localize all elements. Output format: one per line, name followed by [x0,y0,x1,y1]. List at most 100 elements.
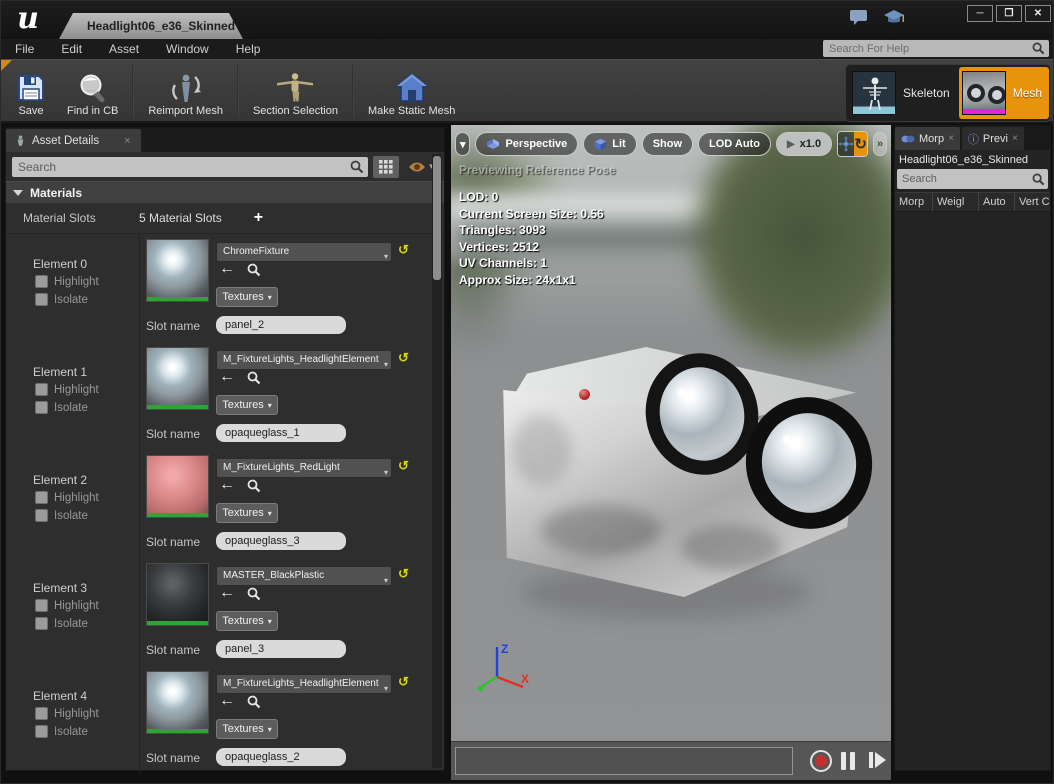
asset-details-tab-close-icon[interactable]: × [124,135,130,147]
use-selected-asset-icon[interactable]: ← [219,476,235,494]
textures-dropdown-button[interactable]: Textures ▾ [216,395,278,415]
materials-section-header[interactable]: Materials [6,181,444,203]
material-thumbnail[interactable] [146,563,209,626]
menu-file[interactable]: File [15,42,34,56]
scrollbar-thumb[interactable] [433,156,441,280]
tab-morph-target-previewer[interactable]: Morp × [895,127,960,150]
perspective-button[interactable]: Perspective [475,132,578,156]
viewport-options-button[interactable]: ▾ [455,132,470,156]
column-weight[interactable]: Weigl [933,193,979,211]
highlight-checkbox[interactable] [35,383,48,396]
isolate-checkbox[interactable] [35,293,48,306]
isolate-checkbox[interactable] [35,617,48,630]
column-vert-count[interactable]: Vert C [1015,193,1050,211]
camera-follow-button[interactable] [838,132,854,156]
reset-to-default-icon[interactable]: ↺ [398,458,409,474]
material-select-dropdown[interactable]: MASTER_BlackPlastic ▾ [216,566,392,586]
material-select-dropdown[interactable]: M_FixtureLights_HeadlightElement ▾ [216,350,392,370]
highlight-checkbox[interactable] [35,707,48,720]
material-thumbnail[interactable] [146,455,209,518]
chevron-down-icon: ▾ [384,464,388,478]
highlight-checkbox[interactable] [35,275,48,288]
asset-search-input[interactable] [12,160,350,174]
material-thumbnail[interactable] [146,671,209,734]
menu-asset[interactable]: Asset [109,42,139,56]
slot-name-input[interactable] [216,316,346,334]
menu-edit[interactable]: Edit [61,42,82,56]
lod-auto-button[interactable]: LOD Auto [698,132,771,156]
step-forward-button[interactable] [869,752,886,768]
browse-to-asset-icon[interactable] [247,587,261,601]
material-select-dropdown[interactable]: M_FixtureLights_RedLight ▾ [216,458,392,478]
display-filter-button[interactable] [373,156,399,178]
document-tab-close-icon[interactable]: × [243,19,250,33]
browse-to-asset-icon[interactable] [247,479,261,493]
use-selected-asset-icon[interactable]: ← [219,692,235,710]
slot-name-input[interactable] [216,424,346,442]
column-auto[interactable]: Auto [979,193,1015,211]
tutorial-cap-icon[interactable] [883,7,905,27]
menu-window[interactable]: Window [166,42,209,56]
column-morph-name[interactable]: Morp [895,193,933,211]
highlight-checkbox[interactable] [35,491,48,504]
morph-search-input[interactable] [897,173,1032,185]
show-menu-button[interactable]: Show [642,132,693,156]
close-button[interactable]: ✕ [1025,5,1051,22]
material-select-dropdown[interactable]: M_FixtureLights_HeadlightElement ▾ [216,674,392,694]
menu-help[interactable]: Help [236,42,261,56]
toolbar-expand-button[interactable]: » [873,132,887,156]
record-button[interactable] [810,750,832,772]
morph-tab-close-icon[interactable]: × [948,133,954,144]
textures-dropdown-button[interactable]: Textures ▾ [216,503,278,523]
browse-to-asset-icon[interactable] [247,695,261,709]
textures-dropdown-button[interactable]: Textures ▾ [216,719,278,739]
highlight-checkbox[interactable] [35,599,48,612]
slot-name-input[interactable] [216,640,346,658]
textures-dropdown-button[interactable]: Textures ▾ [216,611,278,631]
maximize-button[interactable]: ❐ [996,5,1022,22]
minimize-button[interactable]: ─ [967,5,993,22]
slot-name-input[interactable] [216,748,346,766]
title-bar: u Headlight06_e36_Skinned × ─ ❐ ✕ [1,1,1054,39]
reset-to-default-icon[interactable]: ↺ [398,566,409,582]
asset-details-tab[interactable]: Asset Details × [6,129,141,152]
lit-mode-button[interactable]: Lit [583,132,636,156]
browse-to-asset-icon[interactable] [247,371,261,385]
skeleton-mode-button[interactable]: Skeleton [849,67,957,119]
isolate-checkbox[interactable] [35,725,48,738]
tab-preview-scene-settings[interactable]: ⓘ Previ × [962,127,1024,150]
reset-to-default-icon[interactable]: ↺ [398,350,409,366]
preview-viewport[interactable]: ▾ Perspective Lit Show LOD Auto ▶ x1.0 ↻ [451,125,891,741]
make-static-mesh-button[interactable]: Make Static Mesh [358,61,465,121]
textures-dropdown-button[interactable]: Textures ▾ [216,287,278,307]
reset-to-default-icon[interactable]: ↺ [398,674,409,690]
use-selected-asset-icon[interactable]: ← [219,368,235,386]
use-selected-asset-icon[interactable]: ← [219,260,235,278]
asset-details-scrollbar[interactable] [432,154,442,768]
add-material-slot-button[interactable]: + [254,209,263,227]
section-selection-button[interactable]: Section Selection [243,61,348,121]
slot-name-input[interactable] [216,532,346,550]
save-button[interactable]: Save [5,61,57,121]
playback-speed-button[interactable]: ▶ x1.0 [776,132,832,156]
isolate-checkbox[interactable] [35,509,48,522]
browse-to-asset-icon[interactable] [247,263,261,277]
mesh-mode-button[interactable]: Mesh [959,67,1049,119]
find-in-cb-button[interactable]: Find in CB [57,61,128,121]
material-name-label: M_FixtureLights_HeadlightElement [223,354,379,365]
material-thumbnail[interactable] [146,239,209,302]
camera-orbit-button[interactable]: ↻ [854,132,867,156]
help-search-input[interactable] [823,43,1032,55]
pause-button[interactable] [841,752,855,770]
material-select-dropdown[interactable]: ChromeFixture ▾ [216,242,392,262]
reset-to-default-icon[interactable]: ↺ [398,242,409,258]
timeline-scrubber[interactable] [455,747,793,775]
isolate-checkbox[interactable] [35,401,48,414]
feedback-bubble-icon[interactable] [849,7,869,27]
material-thumbnail[interactable] [146,347,209,410]
slot-name-label: Slot name [146,319,200,333]
reimport-mesh-button[interactable]: Reimport Mesh [138,61,233,121]
preview-tab-close-icon[interactable]: × [1012,133,1018,144]
document-tab[interactable]: Headlight06_e36_Skinned × [59,13,243,39]
use-selected-asset-icon[interactable]: ← [219,584,235,602]
